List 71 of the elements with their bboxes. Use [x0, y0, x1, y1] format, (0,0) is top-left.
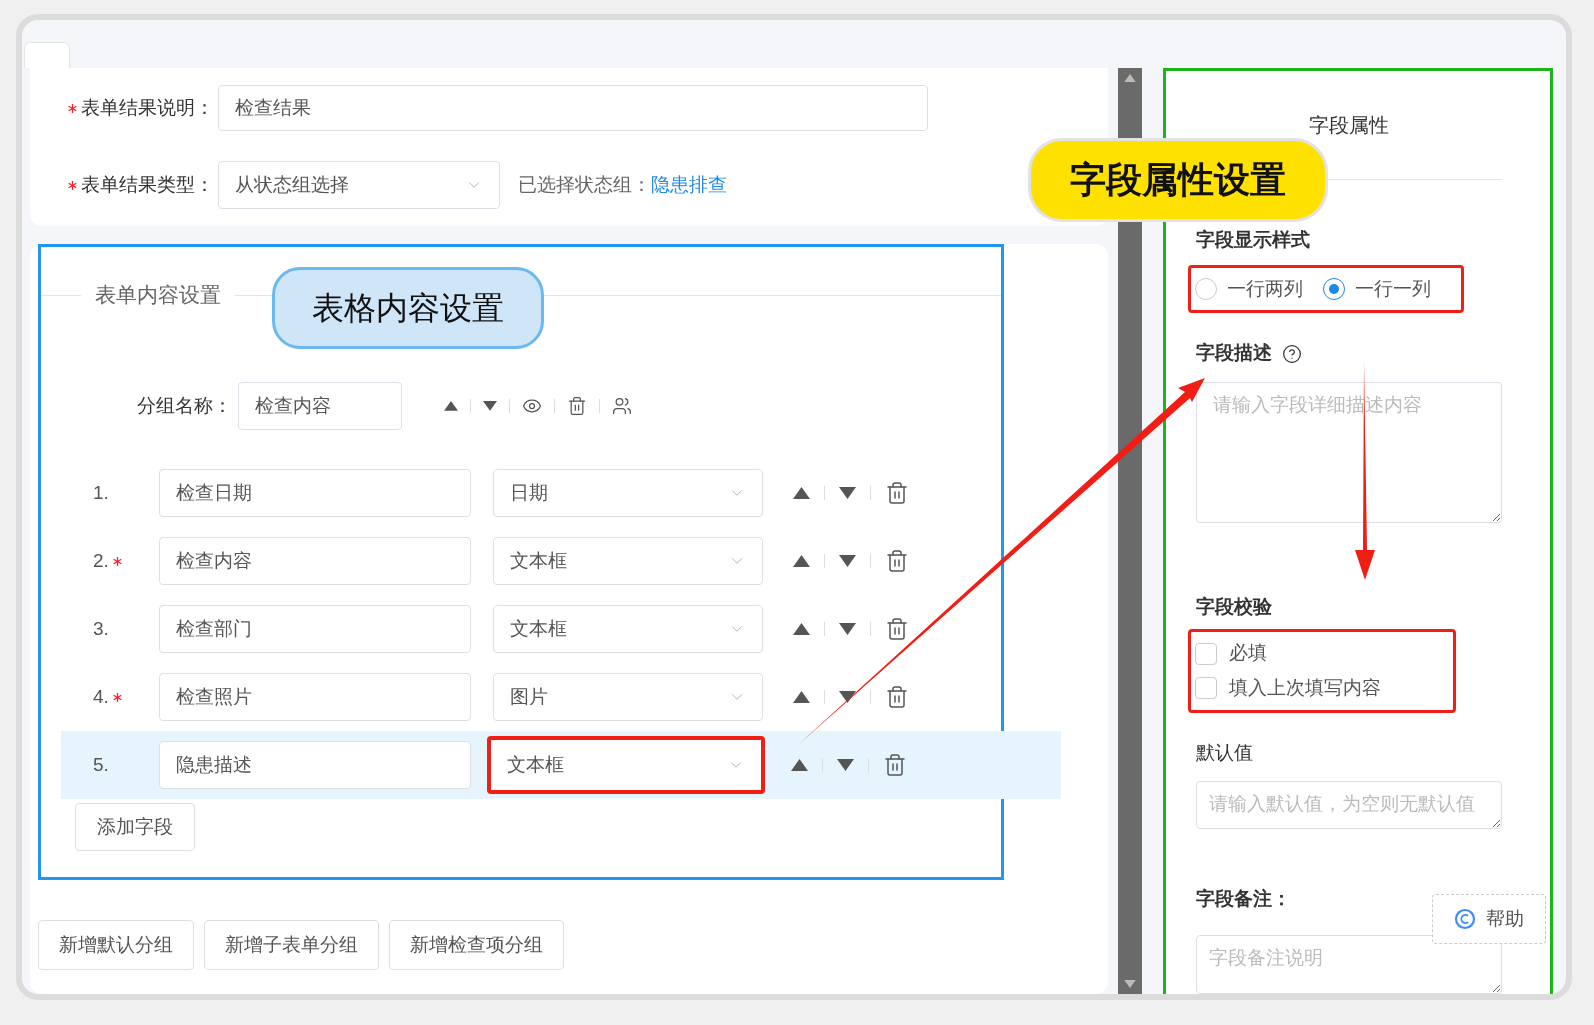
callout-label: 字段属性设置 [1028, 138, 1328, 222]
radio-label: 一行两列 [1227, 276, 1303, 301]
group-name-input[interactable]: 检查内容 [238, 382, 402, 430]
field-name-input[interactable]: 检查部门 [159, 605, 471, 653]
section-label: 字段显示样式 [1196, 228, 1311, 253]
checkbox[interactable] [1195, 677, 1217, 700]
scroll-down-icon[interactable] [1124, 980, 1136, 988]
selected-group-label: 已选择状态组： [518, 172, 651, 197]
default-value-input[interactable]: 请输入默认值，为空则无默认值 [1196, 781, 1502, 829]
field-label: 表单结果类型： [81, 172, 214, 197]
delete-icon[interactable] [883, 753, 907, 777]
type-select[interactable]: 文本框 [493, 537, 763, 585]
add-group-button[interactable]: 新增子表单分组 [204, 920, 379, 970]
field-row[interactable]: 5. 隐患描述 文本框 [61, 731, 1061, 799]
field-name-input[interactable]: 检查内容 [159, 537, 471, 585]
field-row[interactable]: 2. 检查内容 文本框 [61, 527, 1061, 595]
section-label: 字段备注： [1196, 886, 1292, 911]
type-select[interactable]: 文本框 [493, 605, 763, 653]
callout-label: 表格内容设置 [272, 267, 544, 349]
input-field[interactable]: 检查结果 [218, 85, 928, 131]
move-up-icon[interactable] [444, 401, 458, 411]
type-select[interactable]: 日期 [493, 469, 763, 517]
add-field-button[interactable]: 添加字段 [75, 803, 195, 851]
field-name-input[interactable]: 隐患描述 [159, 741, 471, 789]
move-down-icon[interactable] [483, 401, 497, 411]
move-down-icon[interactable] [839, 487, 856, 499]
move-down-icon[interactable] [839, 555, 856, 567]
people-icon[interactable] [612, 396, 632, 416]
row-number: 2. [93, 548, 109, 573]
radio-label: 一行一列 [1355, 276, 1431, 301]
section-title: 表单内容设置 [94, 282, 222, 309]
field-name-input[interactable]: 检查日期 [159, 469, 471, 517]
row-number: 3. [93, 616, 109, 641]
section-label: 字段描述 [1196, 341, 1272, 366]
group-name-label: 分组名称： [137, 393, 232, 418]
move-down-icon[interactable] [837, 759, 854, 771]
delete-icon[interactable] [567, 396, 587, 416]
checkbox-label: 填入上次填写内容 [1229, 675, 1381, 700]
field-row[interactable]: 4. 检查照片 图片 [61, 663, 1061, 731]
move-up-icon[interactable] [793, 555, 810, 567]
delete-icon[interactable] [885, 481, 909, 505]
move-up-icon[interactable] [793, 623, 810, 635]
scroll-up-icon[interactable] [1124, 74, 1136, 82]
add-group-button[interactable]: 新增检查项分组 [389, 920, 564, 970]
type-select[interactable]: 从状态组选择 [218, 161, 500, 209]
remark-input[interactable]: 字段备注说明 [1196, 935, 1502, 994]
move-down-icon[interactable] [839, 623, 856, 635]
move-up-icon[interactable] [793, 487, 810, 499]
delete-icon[interactable] [885, 549, 909, 573]
field-row[interactable]: 3. 检查部门 文本框 [61, 595, 1061, 663]
row-number: 1. [93, 480, 109, 505]
move-down-icon[interactable] [839, 691, 856, 703]
field-row[interactable]: 1. 检查日期 日期 [61, 459, 1061, 527]
move-up-icon[interactable] [791, 759, 808, 771]
field-label: 表单结果说明： [81, 95, 214, 120]
checkbox-label: 必填 [1229, 641, 1267, 666]
row-number: 4. [93, 684, 109, 709]
section-label: 字段校验 [1196, 594, 1273, 619]
group-link[interactable]: 隐患排查 [651, 170, 727, 200]
type-select[interactable]: 文本框 [487, 736, 765, 794]
section-label: 默认值 [1196, 740, 1254, 765]
checkbox[interactable] [1195, 642, 1217, 665]
help-button[interactable]: 帮助 [1432, 894, 1546, 944]
move-up-icon[interactable] [793, 691, 810, 703]
delete-icon[interactable] [885, 685, 909, 709]
add-group-button[interactable]: 新增默认分组 [38, 920, 194, 970]
delete-icon[interactable] [885, 617, 909, 641]
row-number: 5. [93, 752, 109, 777]
field-name-input[interactable]: 检查照片 [159, 673, 471, 721]
panel-title: 字段属性 [1309, 113, 1389, 138]
type-select[interactable]: 图片 [493, 673, 763, 721]
